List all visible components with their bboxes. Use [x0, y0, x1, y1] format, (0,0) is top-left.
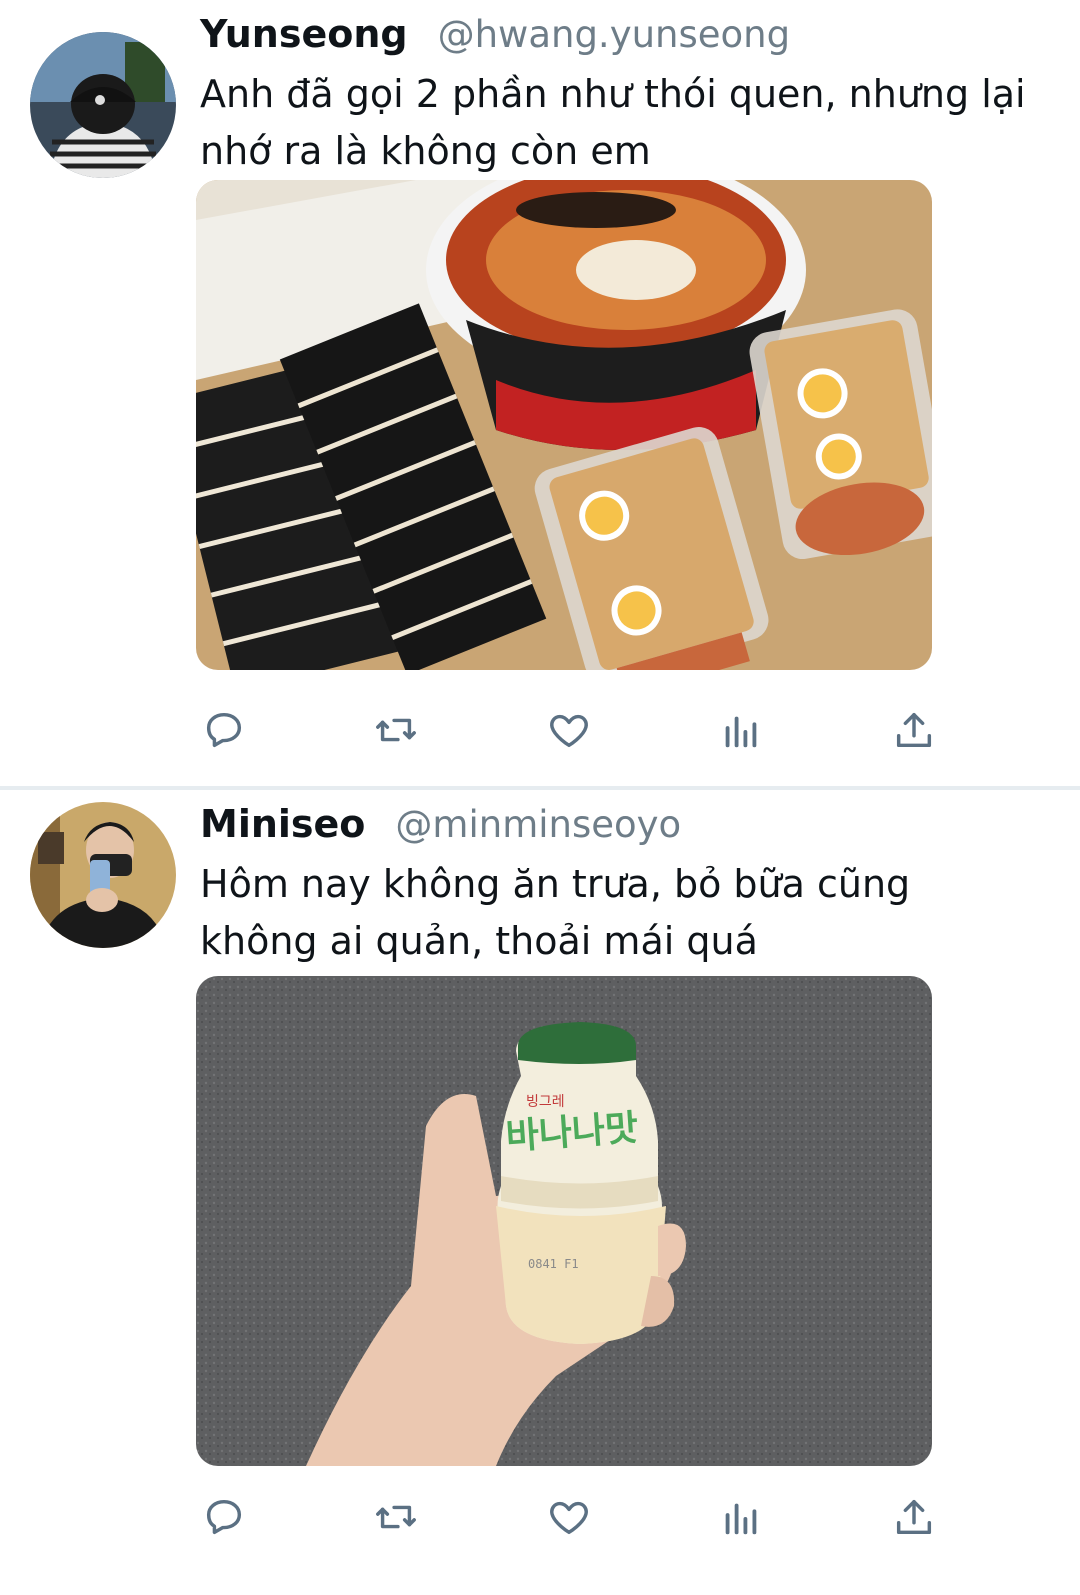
like-icon[interactable] — [539, 700, 599, 760]
reply-icon[interactable] — [194, 700, 254, 760]
tweet-text: Hôm nay không ăn trưa, bỏ bữa cũng không… — [200, 862, 911, 963]
tweet-actions — [0, 1487, 1080, 1547]
retweet-icon[interactable] — [366, 700, 426, 760]
tweet-media-drink-photo[interactable]: 바나나맛 빙그레 0841 F1 — [196, 976, 932, 1466]
tweet[interactable]: Yunseong @hwang.yunseong Anh đã gọi 2 phầ… — [0, 0, 1080, 788]
svg-text:빙그레: 빙그레 — [526, 1094, 565, 1110]
tweet-media-food-photo[interactable] — [196, 180, 932, 670]
display-name[interactable]: Yunseong — [200, 12, 408, 56]
retweet-icon[interactable] — [366, 1487, 426, 1547]
user-handle[interactable]: @hwang.yunseong — [438, 13, 791, 56]
tweet[interactable]: Miniseo @minminseoyo Hôm nay không ăn trư… — [0, 790, 1080, 1595]
analytics-icon[interactable] — [711, 1487, 771, 1547]
display-name[interactable]: Miniseo — [200, 802, 365, 846]
like-icon[interactable] — [539, 1487, 599, 1547]
share-icon[interactable] — [884, 1487, 944, 1547]
tweet-header: Miniseo @minminseoyo — [200, 802, 681, 858]
analytics-icon[interactable] — [711, 700, 771, 760]
svg-text:0841 F1: 0841 F1 — [528, 1257, 579, 1271]
reply-icon[interactable] — [194, 1487, 254, 1547]
tweet-text: Anh đã gọi 2 phần như thói quen, nhưng l… — [200, 72, 1026, 173]
user-handle[interactable]: @minminseoyo — [395, 803, 681, 846]
share-icon[interactable] — [884, 700, 944, 760]
tweet-header: Yunseong @hwang.yunseong — [200, 12, 790, 68]
tweet-actions — [0, 700, 1080, 760]
avatar[interactable] — [30, 802, 176, 948]
avatar[interactable] — [30, 32, 176, 178]
